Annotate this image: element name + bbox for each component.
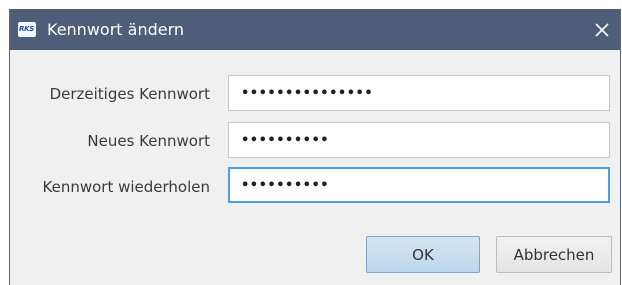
repeat-password-field[interactable] [228, 167, 610, 203]
current-password-label: Derzeitiges Kennwort [49, 85, 210, 103]
new-password-field[interactable] [228, 122, 610, 158]
app-icon-text: RKS [19, 25, 34, 33]
change-password-dialog: RKS Kennwort ändern Derzeitiges Kennwort… [9, 9, 621, 285]
dialog-title: Kennwort ändern [47, 20, 185, 39]
ok-button[interactable]: OK [366, 236, 480, 273]
close-icon[interactable] [592, 20, 612, 40]
dialog-titlebar[interactable]: RKS Kennwort ändern [10, 9, 620, 50]
new-password-label: Neues Kennwort [87, 132, 210, 150]
rks-app-icon: RKS [18, 22, 36, 37]
cancel-button[interactable]: Abbrechen [496, 236, 612, 273]
repeat-password-label: Kennwort wiederholen [42, 178, 211, 196]
current-password-field[interactable] [228, 75, 610, 111]
